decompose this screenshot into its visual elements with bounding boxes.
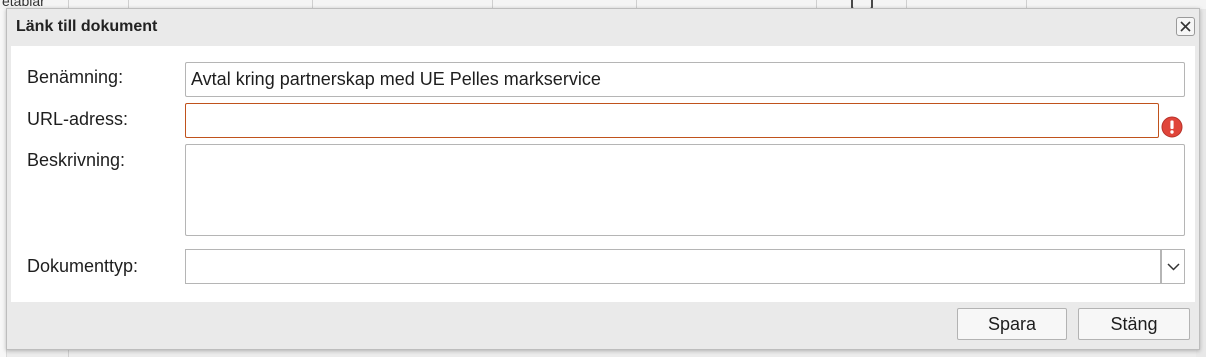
error-exclamation-icon	[1161, 116, 1183, 138]
dialog-titlebar[interactable]: Länk till dokument	[7, 9, 1199, 45]
dialog-form: Benämning: URL-adress: Beskrivning: Doku…	[11, 46, 1195, 302]
description-textarea[interactable]	[185, 144, 1185, 236]
close-x-icon	[1180, 21, 1191, 32]
chevron-down-icon	[1167, 263, 1180, 271]
dialog-title: Länk till dokument	[16, 18, 158, 35]
document-type-select[interactable]	[185, 249, 1161, 284]
name-label: Benämning:	[27, 67, 124, 87]
url-input[interactable]	[185, 103, 1159, 138]
description-label: Beskrivning:	[27, 150, 126, 170]
document-type-dropdown-button[interactable]	[1161, 249, 1185, 284]
document-type-label: Dokumenttyp:	[27, 256, 139, 276]
url-label: URL-adress:	[27, 109, 129, 129]
save-button[interactable]: Spara	[957, 308, 1067, 340]
close-button[interactable]: Stäng	[1078, 308, 1190, 340]
name-input[interactable]	[185, 62, 1185, 97]
link-document-dialog: Länk till dokument Benämning: URL-adress…	[6, 8, 1200, 350]
close-dialog-button[interactable]	[1176, 17, 1195, 36]
